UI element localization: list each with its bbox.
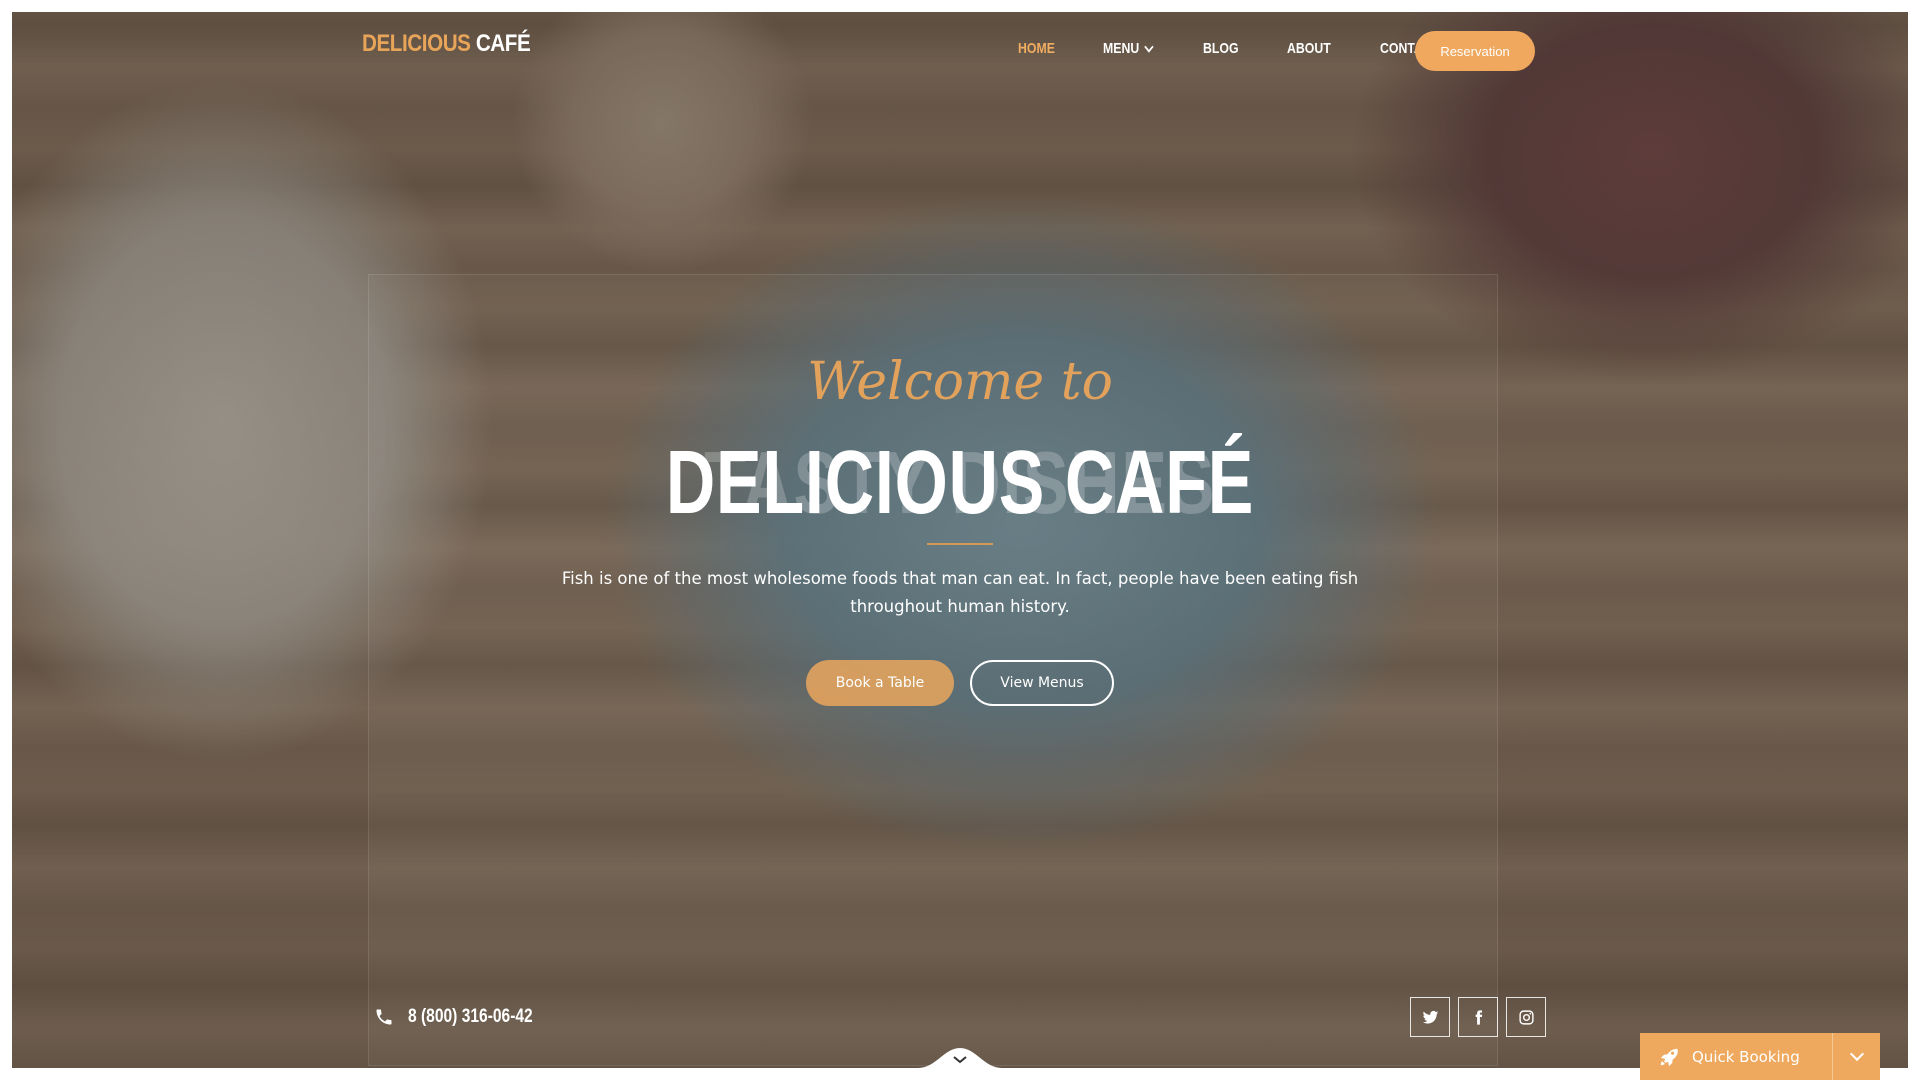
view-menus-button[interactable]: View Menus <box>970 660 1114 706</box>
facebook-icon <box>1475 1009 1482 1025</box>
nav-item-menu[interactable]: MENU <box>1103 40 1154 57</box>
chevron-down-icon <box>1849 1046 1864 1062</box>
quick-booking-label: Quick Booking <box>1692 1047 1800 1066</box>
hero-description: Fish is one of the most wholesome foods … <box>561 569 1359 616</box>
nav-about-label: ABOUT <box>1286 40 1331 57</box>
quick-booking-toggle[interactable] <box>1832 1033 1880 1080</box>
hero-background <box>12 12 1908 1068</box>
chevron-down-icon <box>1144 40 1154 53</box>
logo-part-1: DELICIOUS <box>362 30 471 57</box>
hero-title: DELICIOUS CAFÉ <box>665 433 1255 533</box>
twitter-icon <box>1422 1010 1438 1024</box>
logo-part-2: CAFÉ <box>475 30 531 57</box>
site-logo[interactable]: DELICIOUS CAFÉ <box>362 30 531 58</box>
twitter-link[interactable] <box>1410 997 1450 1037</box>
nav-item-blog[interactable]: BLOG <box>1203 40 1239 57</box>
instagram-link[interactable] <box>1506 997 1546 1037</box>
rocket-icon <box>1660 1048 1678 1066</box>
nav-blog-label: BLOG <box>1203 40 1239 57</box>
nav-home-label: HOME <box>1018 40 1055 57</box>
nav-item-about[interactable]: ABOUT <box>1287 40 1331 57</box>
quick-booking-bar[interactable]: Quick Booking <box>1640 1033 1880 1080</box>
phone-contact[interactable]: 8 (800) 316-06-42 <box>374 1006 560 1028</box>
nav-menu-label: MENU <box>1103 40 1140 57</box>
phone-icon <box>376 1009 392 1025</box>
hero-welcome-text: Welcome to <box>807 352 1113 412</box>
social-links <box>1410 997 1554 1037</box>
instagram-icon <box>1518 1009 1534 1025</box>
hero-divider <box>927 543 993 545</box>
nav-item-home[interactable]: HOME <box>1018 40 1055 57</box>
facebook-link[interactable] <box>1458 997 1498 1037</box>
phone-number: 8 (800) 316-06-42 <box>408 1006 533 1027</box>
scroll-down-button[interactable] <box>918 1044 1002 1068</box>
reservation-button[interactable]: Reservation <box>1415 31 1535 71</box>
book-table-button[interactable]: Book a Table <box>806 660 954 706</box>
